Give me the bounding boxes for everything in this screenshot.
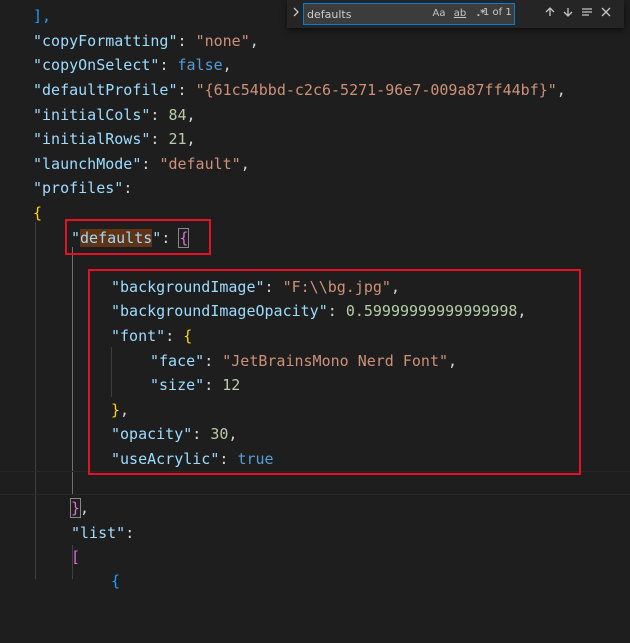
- whole-word-toggle[interactable]: ab: [450, 6, 470, 22]
- code-token: ],: [33, 7, 52, 25]
- match-case-toggle[interactable]: Aa: [429, 6, 449, 22]
- json-brace: {: [111, 572, 121, 590]
- json-value: 84: [168, 106, 187, 124]
- json-key: "list": [71, 524, 126, 542]
- close-icon[interactable]: [598, 5, 614, 23]
- find-in-selection-icon[interactable]: [579, 5, 595, 23]
- code-line: "copyOnSelect": false,: [33, 56, 232, 74]
- json-key: "initialCols": [33, 106, 151, 124]
- json-key: "face": [150, 352, 205, 370]
- code-line: "font": {: [111, 327, 193, 345]
- code-line: "list":: [71, 524, 135, 542]
- code-line: "defaults": {: [71, 228, 190, 248]
- code-line: "profiles":: [33, 179, 133, 197]
- code-line: "size": 12: [150, 376, 241, 394]
- code-line: "defaultProfile": "{61c54bbd-c2c6-5271-9…: [33, 81, 566, 99]
- json-value: "none": [195, 32, 250, 50]
- code-line: {: [0, 201, 630, 226]
- code-line: "initialCols": 84,: [33, 106, 196, 124]
- code-line: "face": "JetBrainsMono Nerd Font",: [150, 352, 458, 370]
- json-key: "font": [111, 327, 166, 345]
- code-line: "backgroundImageOpacity": 0.599999999999…: [111, 302, 527, 320]
- code-line: "backgroundImage": "F:\\bg.jpg",: [111, 278, 400, 296]
- find-result-count: 1 of 1: [483, 7, 512, 18]
- json-value: 21: [168, 130, 187, 148]
- json-value: false: [177, 56, 223, 74]
- json-key: "size": [150, 376, 205, 394]
- json-value: true: [237, 450, 274, 468]
- json-key: "profiles": [33, 179, 124, 197]
- json-key-quote: ": [152, 229, 162, 247]
- find-widget: Aa ab .* 1 of 1: [287, 0, 624, 28]
- code-line: "useAcrylic": true: [111, 450, 274, 468]
- json-value: 0.59999999999999998: [345, 302, 518, 320]
- arrow-down-icon[interactable]: [560, 5, 576, 23]
- code-line: "initialRows": 21,: [33, 130, 196, 148]
- json-value: "JetBrainsMono Nerd Font": [222, 352, 449, 370]
- json-value: 30: [210, 425, 229, 443]
- json-key: "initialRows": [33, 130, 151, 148]
- json-brace: {: [178, 228, 190, 248]
- json-key: "copyFormatting": [33, 32, 178, 50]
- chevron-right-icon[interactable]: [289, 4, 303, 24]
- arrow-up-icon[interactable]: [542, 5, 558, 23]
- current-line-highlight: [0, 471, 630, 495]
- json-value: "{61c54bbd-c2c6-5271-96e7-009a87ff44bf}": [195, 81, 557, 99]
- json-value: 12: [222, 376, 241, 394]
- json-brace: {: [183, 327, 193, 345]
- json-value: "default": [159, 155, 241, 173]
- code-editor[interactable]: ], "copyFormatting": "none", "copyOnSele…: [0, 0, 630, 590]
- code-line: [: [0, 545, 630, 570]
- code-line: "copyFormatting": "none",: [33, 32, 259, 50]
- find-match-highlight: defaults: [80, 229, 153, 247]
- json-key: "launchMode": [33, 155, 142, 173]
- json-brace: }: [111, 401, 121, 419]
- code-line: "opacity": 30,: [111, 425, 238, 443]
- json-brace: {: [33, 204, 43, 222]
- json-key: "opacity": [111, 425, 193, 443]
- json-key: "backgroundImageOpacity": [111, 302, 328, 320]
- json-key-quote: ": [71, 229, 81, 247]
- json-key: "useAcrylic": [111, 450, 220, 468]
- code-line: "launchMode": "default",: [33, 155, 250, 173]
- code-line: },: [111, 401, 130, 419]
- code-line: {: [0, 569, 630, 594]
- json-bracket: [: [71, 548, 81, 566]
- json-value: "F:\\bg.jpg": [282, 278, 391, 296]
- code-line: },: [69, 498, 90, 518]
- json-key: "defaultProfile": [33, 81, 178, 99]
- find-input[interactable]: [307, 5, 427, 23]
- json-brace: }: [69, 498, 82, 518]
- json-key: "copyOnSelect": [33, 56, 160, 74]
- json-key: "backgroundImage": [111, 278, 265, 296]
